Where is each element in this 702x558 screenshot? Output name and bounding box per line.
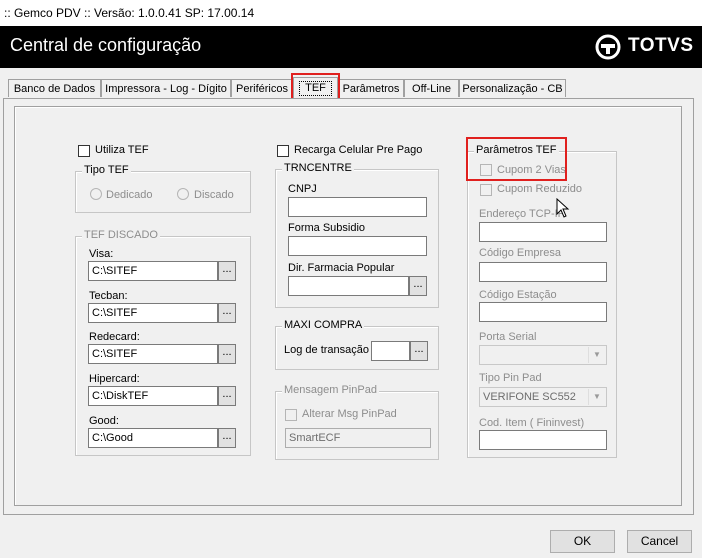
codigo-estacao-input[interactable] (479, 302, 607, 322)
porta-serial-select[interactable]: ▼ (479, 345, 607, 365)
redecard-path-input[interactable]: C:\SITEF (88, 344, 218, 364)
visa-browse-button[interactable]: ... (218, 261, 236, 281)
tab-label: Personalização - CB (462, 83, 563, 95)
discado-label: Discado (194, 189, 234, 201)
visa-path-input[interactable]: C:\SITEF (88, 261, 218, 281)
utiliza-tef-checkbox[interactable] (78, 145, 90, 157)
cod-item-input[interactable] (479, 430, 607, 450)
tab-personalizacao[interactable]: Personalização - CB (459, 79, 566, 97)
brand-logo-text: TOTVS (628, 35, 694, 56)
highlight-box-parametros (466, 137, 567, 181)
redecard-label: Redecard: (89, 331, 140, 343)
good-path-input[interactable]: C:\Good (88, 428, 218, 448)
codigo-estacao-label: Código Estação (479, 289, 557, 301)
hipercard-browse-button[interactable]: ... (218, 386, 236, 406)
recarga-celular-checkbox[interactable] (277, 145, 289, 157)
mouse-pointer-icon (556, 198, 570, 218)
tecban-label: Tecban: (89, 290, 128, 302)
tab-perifericos[interactable]: Periféricos (231, 79, 293, 97)
app-header: Central de configuração TOTVS (0, 26, 702, 68)
tab-label: Banco de Dados (13, 83, 96, 95)
tab-label: Periféricos (236, 83, 288, 95)
cnpj-label: CNPJ (288, 183, 317, 195)
good-browse-button[interactable]: ... (218, 428, 236, 448)
recarga-celular-label: Recarga Celular Pre Pago (294, 144, 423, 156)
alterar-msg-pinpad-label: Alterar Msg PinPad (302, 408, 397, 420)
dir-farmacia-browse-button[interactable]: ... (409, 276, 427, 296)
title-bar: :: Gemco PDV :: Versão: 1.0.0.41 SP: 17.… (0, 0, 702, 27)
tab-label: Parâmetros (342, 83, 400, 95)
dir-farmacia-input[interactable] (288, 276, 409, 296)
visa-label: Visa: (89, 248, 114, 260)
tab-off-line[interactable]: Off-Line (404, 79, 459, 97)
codigo-empresa-input[interactable] (479, 262, 607, 282)
forma-subsidio-input[interactable] (288, 236, 427, 256)
page-title: Central de configuração (10, 35, 202, 55)
forma-subsidio-label: Forma Subsidio (288, 222, 366, 234)
ok-button[interactable]: OK (550, 530, 615, 553)
highlight-box-tef-tab (291, 73, 340, 100)
log-transacao-input[interactable] (371, 341, 410, 361)
tab-impressora[interactable]: Impressora - Log - Dígito (101, 79, 231, 97)
log-transacao-label: Log de transação (284, 344, 370, 356)
good-label: Good: (89, 415, 119, 427)
tecban-browse-button[interactable]: ... (218, 303, 236, 323)
endereco-tcp-label: Endereço TCP-IP (479, 208, 566, 220)
hipercard-label: Hipercard: (89, 373, 140, 385)
pinpad-message-input[interactable]: SmartECF (285, 428, 431, 448)
tipo-pinpad-value: VERIFONE SC552 (483, 391, 576, 403)
log-transacao-browse-button[interactable]: ... (410, 341, 428, 361)
window-title: :: Gemco PDV :: Versão: 1.0.0.41 SP: 17.… (4, 6, 255, 20)
utiliza-tef-label: Utiliza TEF (95, 144, 149, 156)
cupom-reduzido-label: Cupom Reduzido (497, 183, 582, 195)
cupom-reduzido-checkbox[interactable] (480, 184, 492, 196)
alterar-msg-pinpad-checkbox[interactable] (285, 409, 297, 421)
tipo-pinpad-label: Tipo Pin Pad (479, 372, 542, 384)
hipercard-path-input[interactable]: C:\DiskTEF (88, 386, 218, 406)
dedicado-label: Dedicado (106, 189, 153, 201)
chevron-down-icon: ▼ (588, 389, 605, 405)
trncentre-legend: TRNCENTRE (282, 162, 354, 174)
tipo-tef-legend: Tipo TEF (82, 164, 131, 176)
tab-label: Off-Line (412, 83, 451, 95)
dir-farmacia-label: Dir. Farmacia Popular (288, 262, 395, 274)
cod-item-label: Cod. Item ( Fininvest) (479, 417, 585, 429)
endereco-tcp-input[interactable] (479, 222, 607, 242)
mensagem-pinpad-legend: Mensagem PinPad (282, 384, 379, 396)
dedicado-radio[interactable] (90, 188, 102, 200)
tecban-path-input[interactable]: C:\SITEF (88, 303, 218, 323)
codigo-empresa-label: Código Empresa (479, 247, 561, 259)
tab-bar: Banco de Dados Impressora - Log - Dígito… (0, 77, 702, 99)
redecard-browse-button[interactable]: ... (218, 344, 236, 364)
maxi-compra-legend: MAXI COMPRA (282, 319, 365, 331)
tef-discado-legend: TEF DISCADO (82, 229, 160, 241)
tab-parametros[interactable]: Parâmetros (338, 79, 404, 97)
cnpj-input[interactable] (288, 197, 427, 217)
chevron-down-icon: ▼ (588, 347, 605, 363)
cancel-button[interactable]: Cancel (627, 530, 692, 553)
tab-banco-de-dados[interactable]: Banco de Dados (8, 79, 101, 97)
porta-serial-label: Porta Serial (479, 331, 537, 343)
mensagem-pinpad-group: Mensagem PinPad (275, 384, 439, 460)
discado-radio[interactable] (177, 188, 189, 200)
totvs-logo-icon (595, 34, 621, 60)
tipo-pinpad-select[interactable]: VERIFONE SC552 ▼ (479, 387, 607, 407)
tab-label: Impressora - Log - Dígito (105, 83, 227, 95)
